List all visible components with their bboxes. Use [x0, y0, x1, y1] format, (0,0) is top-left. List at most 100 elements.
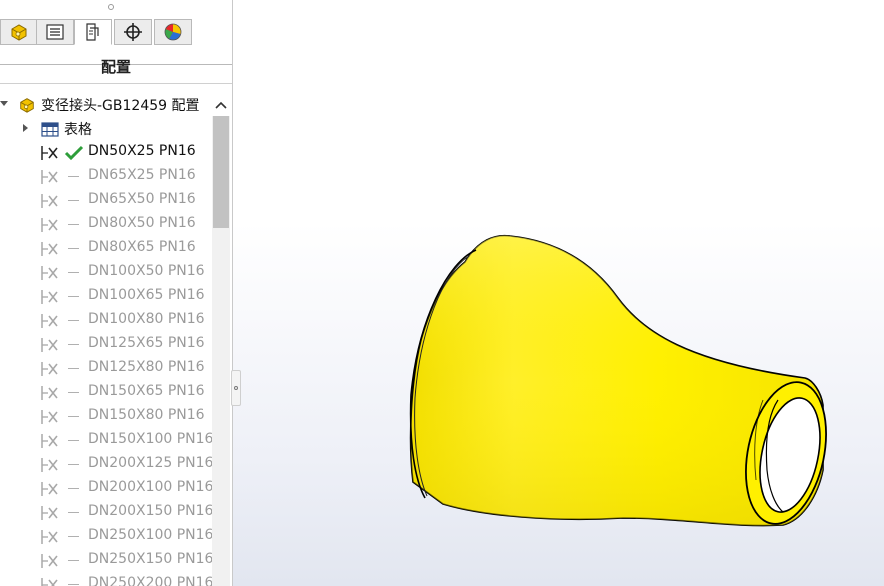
- scroll-up-button[interactable]: [212, 96, 230, 114]
- inactive-dash-icon: [68, 584, 79, 585]
- config-item[interactable]: DN100X65 PN16: [0, 285, 212, 309]
- config-item[interactable]: DN80X50 PN16: [0, 213, 212, 237]
- config-label: DN150X80 PN16: [88, 407, 205, 423]
- configuration-flag-icon: [41, 194, 58, 208]
- config-item[interactable]: DN150X80 PN16: [0, 405, 212, 429]
- configuration-icon: [86, 23, 99, 41]
- config-item[interactable]: DN250X150 PN16: [0, 549, 212, 573]
- reducer-3d-model[interactable]: [233, 0, 884, 586]
- config-label: DN100X80 PN16: [88, 311, 205, 327]
- config-label: DN200X150 PN16: [88, 503, 212, 519]
- inactive-dash-icon: [68, 248, 79, 249]
- config-item[interactable]: DN200X125 PN16: [0, 453, 212, 477]
- property-manager-tab[interactable]: [36, 19, 74, 45]
- property-list-icon: [46, 24, 64, 40]
- inactive-dash-icon: [68, 200, 79, 201]
- panel-collapse-handle[interactable]: [231, 370, 241, 406]
- config-item[interactable]: DN50X25 PN16: [0, 141, 212, 165]
- configuration-flag-icon: [41, 242, 58, 256]
- config-label: DN65X50 PN16: [88, 191, 196, 207]
- config-label: DN200X100 PN16: [88, 479, 212, 495]
- inactive-dash-icon: [68, 512, 79, 513]
- config-item[interactable]: DN200X100 PN16: [0, 477, 212, 501]
- configuration-flag-icon: [41, 362, 58, 376]
- active-check-icon: [64, 145, 84, 161]
- config-item[interactable]: DN250X100 PN16: [0, 525, 212, 549]
- configuration-flag-icon: [41, 530, 58, 544]
- inactive-dash-icon: [68, 536, 79, 537]
- configuration-flag-icon: [41, 410, 58, 424]
- chevron-up-icon: [215, 101, 227, 109]
- inactive-dash-icon: [68, 560, 79, 561]
- crosshair-icon: [124, 23, 142, 41]
- config-item[interactable]: DN100X50 PN16: [0, 261, 212, 285]
- panel-title: 配置: [100, 58, 131, 76]
- inactive-dash-icon: [68, 320, 79, 321]
- graphics-viewport[interactable]: [233, 0, 884, 586]
- config-item[interactable]: DN250X200 PN16: [0, 573, 212, 586]
- config-item[interactable]: DN100X80 PN16: [0, 309, 212, 333]
- inactive-dash-icon: [68, 464, 79, 465]
- config-item[interactable]: DN65X50 PN16: [0, 189, 212, 213]
- config-label: DN100X65 PN16: [88, 287, 205, 303]
- appearance-pie-icon: [164, 23, 182, 41]
- tree-root-node[interactable]: 变径接头-GB12459 配置: [0, 93, 212, 117]
- inactive-dash-icon: [68, 344, 79, 345]
- part-icon: [20, 98, 34, 113]
- config-label: DN80X50 PN16: [88, 215, 196, 231]
- config-item[interactable]: DN200X150 PN16: [0, 501, 212, 525]
- configuration-flag-icon: [41, 482, 58, 496]
- config-item[interactable]: DN125X80 PN16: [0, 357, 212, 381]
- config-label: DN65X25 PN16: [88, 167, 196, 183]
- configuration-manager-panel: 配置 变径接头-GB12459 配置 表格 DN50X25 PN16 DN65X2…: [0, 0, 233, 586]
- configuration-flag-icon: [41, 434, 58, 448]
- config-label: DN250X150 PN16: [88, 551, 212, 567]
- inactive-dash-icon: [68, 392, 79, 393]
- display-manager-tab[interactable]: [154, 19, 192, 45]
- configuration-tree: 变径接头-GB12459 配置 表格 DN50X25 PN16 DN65X25 P…: [0, 93, 212, 586]
- config-item[interactable]: DN65X25 PN16: [0, 165, 212, 189]
- configuration-flag-icon: [41, 554, 58, 568]
- configuration-manager-tab[interactable]: [74, 19, 112, 45]
- config-label: DN200X125 PN16: [88, 455, 212, 471]
- configuration-flag-icon: [41, 290, 58, 304]
- configuration-flag-icon: [41, 170, 58, 184]
- config-item[interactable]: DN80X65 PN16: [0, 237, 212, 261]
- config-item[interactable]: DN150X100 PN16: [0, 429, 212, 453]
- scrollbar-thumb[interactable]: [213, 116, 229, 228]
- configuration-flag-icon: [41, 146, 58, 160]
- config-label: DN150X100 PN16: [88, 431, 212, 447]
- part-icon: [11, 24, 27, 41]
- config-item[interactable]: DN150X65 PN16: [0, 381, 212, 405]
- inactive-dash-icon: [68, 272, 79, 273]
- config-label: DN250X100 PN16: [88, 527, 212, 543]
- expand-arrow-icon[interactable]: [23, 124, 28, 132]
- config-item[interactable]: DN125X65 PN16: [0, 333, 212, 357]
- dimxpert-tab[interactable]: [114, 19, 152, 45]
- configuration-flag-icon: [41, 266, 58, 280]
- config-label: DN100X50 PN16: [88, 263, 205, 279]
- panel-grip[interactable]: [108, 4, 114, 10]
- panel-tabs: [0, 19, 232, 65]
- inactive-dash-icon: [68, 296, 79, 297]
- configuration-flag-icon: [41, 386, 58, 400]
- feature-manager-tab[interactable]: [0, 19, 38, 45]
- config-label: DN125X65 PN16: [88, 335, 205, 351]
- inactive-dash-icon: [68, 224, 79, 225]
- inactive-dash-icon: [68, 176, 79, 177]
- configuration-flag-icon: [41, 218, 58, 232]
- configuration-flag-icon: [41, 506, 58, 520]
- config-label: DN250X200 PN16: [88, 575, 212, 586]
- table-icon: [41, 122, 59, 137]
- inactive-dash-icon: [68, 416, 79, 417]
- collapse-arrow-icon[interactable]: [0, 101, 8, 106]
- tree-table-label: 表格: [64, 122, 92, 138]
- inactive-dash-icon: [68, 440, 79, 441]
- inactive-dash-icon: [68, 488, 79, 489]
- configuration-flag-icon: [41, 338, 58, 352]
- inactive-dash-icon: [68, 368, 79, 369]
- config-label: DN50X25 PN16: [88, 143, 196, 159]
- tree-root-label: 变径接头-GB12459 配置: [41, 98, 200, 114]
- tree-table-node[interactable]: 表格: [0, 117, 212, 141]
- config-label: DN150X65 PN16: [88, 383, 205, 399]
